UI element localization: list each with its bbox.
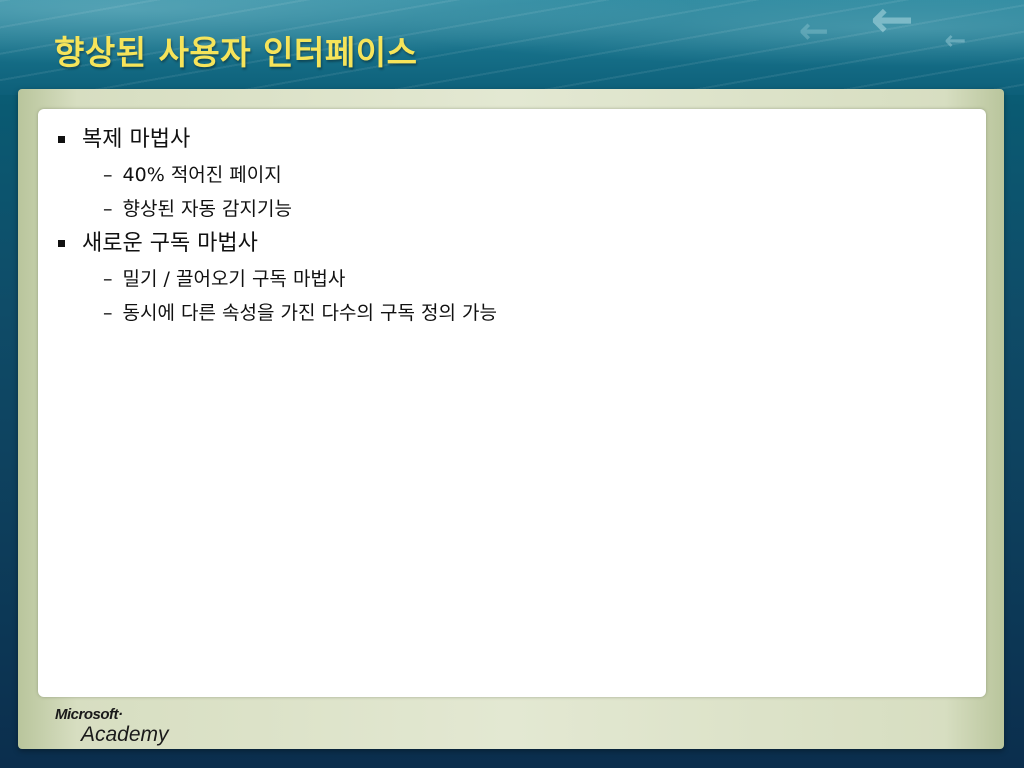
arrow-left-icon: ← [798, 11, 829, 52]
arrow-left-icon: ← [870, 0, 914, 50]
dash-marker: – [103, 302, 113, 324]
slide-title: 향상된 사용자 인터페이스 [54, 33, 418, 72]
logo-product: Academy [81, 723, 169, 746]
microsoft-academy-logo: Microsoft· Academy [55, 706, 169, 746]
bullet-item: 새로운 구독 마법사 [56, 226, 497, 262]
sub-bullet-text: 동시에 다른 속성을 가진 다수의 구독 정의 가능 [122, 302, 497, 324]
logo-brand: Microsoft· [55, 706, 123, 723]
sub-bullet-item: – 동시에 다른 속성을 가진 다수의 구독 정의 가능 [56, 296, 497, 330]
bullet-item: 복제 마법사 [56, 122, 497, 158]
dash-marker: – [103, 164, 113, 186]
sub-bullet-item: – 40% 적어진 페이지 [56, 158, 497, 192]
dash-marker: – [103, 198, 113, 220]
slide: ← ← ← 향상된 사용자 인터페이스 복제 마법사 – 40% 적어진 페이지… [0, 0, 1024, 768]
bullet-text: 새로운 구독 마법사 [82, 231, 258, 256]
square-bullet-icon [58, 240, 65, 247]
sub-bullet-text: 40% 적어진 페이지 [122, 164, 282, 186]
sub-bullet-text: 향상된 자동 감지기능 [122, 198, 292, 220]
sub-bullet-item: – 향상된 자동 감지기능 [56, 192, 497, 226]
sub-bullet-item: – 밀기 / 끌어오기 구독 마법사 [56, 262, 497, 296]
square-bullet-icon [58, 136, 65, 143]
sub-bullet-text: 밀기 / 끌어오기 구독 마법사 [122, 268, 346, 290]
bullet-list: 복제 마법사 – 40% 적어진 페이지 – 향상된 자동 감지기능 새로운 구… [56, 122, 497, 330]
arrow-left-icon: ← [944, 26, 966, 56]
bullet-text: 복제 마법사 [82, 127, 191, 152]
dash-marker: – [103, 268, 113, 290]
